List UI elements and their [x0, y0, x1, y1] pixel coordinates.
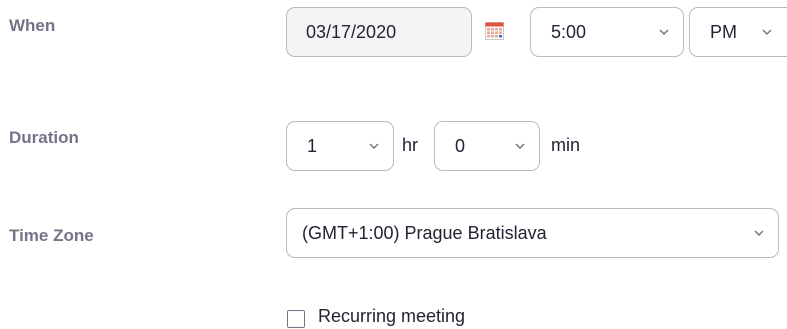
hours-unit: hr	[402, 135, 419, 155]
timezone-select[interactable]: (GMT+1:00) Prague Bratislava	[286, 208, 779, 258]
ampm-value: PM	[710, 21, 737, 42]
ampm-select[interactable]: PM	[689, 7, 787, 57]
minutes-value: 0	[455, 135, 466, 156]
chevron-down-icon	[515, 143, 525, 150]
calendar-icon[interactable]	[485, 22, 504, 40]
minutes-select[interactable]: 0	[434, 121, 540, 171]
time-value: 5:00	[551, 21, 587, 42]
time-select[interactable]: 5:00	[530, 7, 684, 57]
date-input[interactable]: 03/17/2020	[286, 7, 472, 57]
timezone-label: Time Zone	[9, 226, 94, 245]
date-value: 03/17/2020	[306, 21, 397, 42]
hours-select[interactable]: 1	[286, 121, 394, 171]
chevron-down-icon	[762, 29, 772, 36]
when-label: When	[9, 16, 56, 35]
timezone-value: (GMT+1:00) Prague Bratislava	[302, 222, 547, 243]
hours-value: 1	[307, 135, 318, 156]
recurring-checkbox[interactable]	[287, 310, 305, 328]
duration-label: Duration	[9, 128, 79, 147]
chevron-down-icon	[754, 230, 764, 237]
chevron-down-icon	[369, 143, 379, 150]
recurring-label[interactable]: Recurring meeting	[318, 306, 465, 327]
chevron-down-icon	[659, 29, 669, 36]
minutes-unit: min	[551, 135, 581, 155]
